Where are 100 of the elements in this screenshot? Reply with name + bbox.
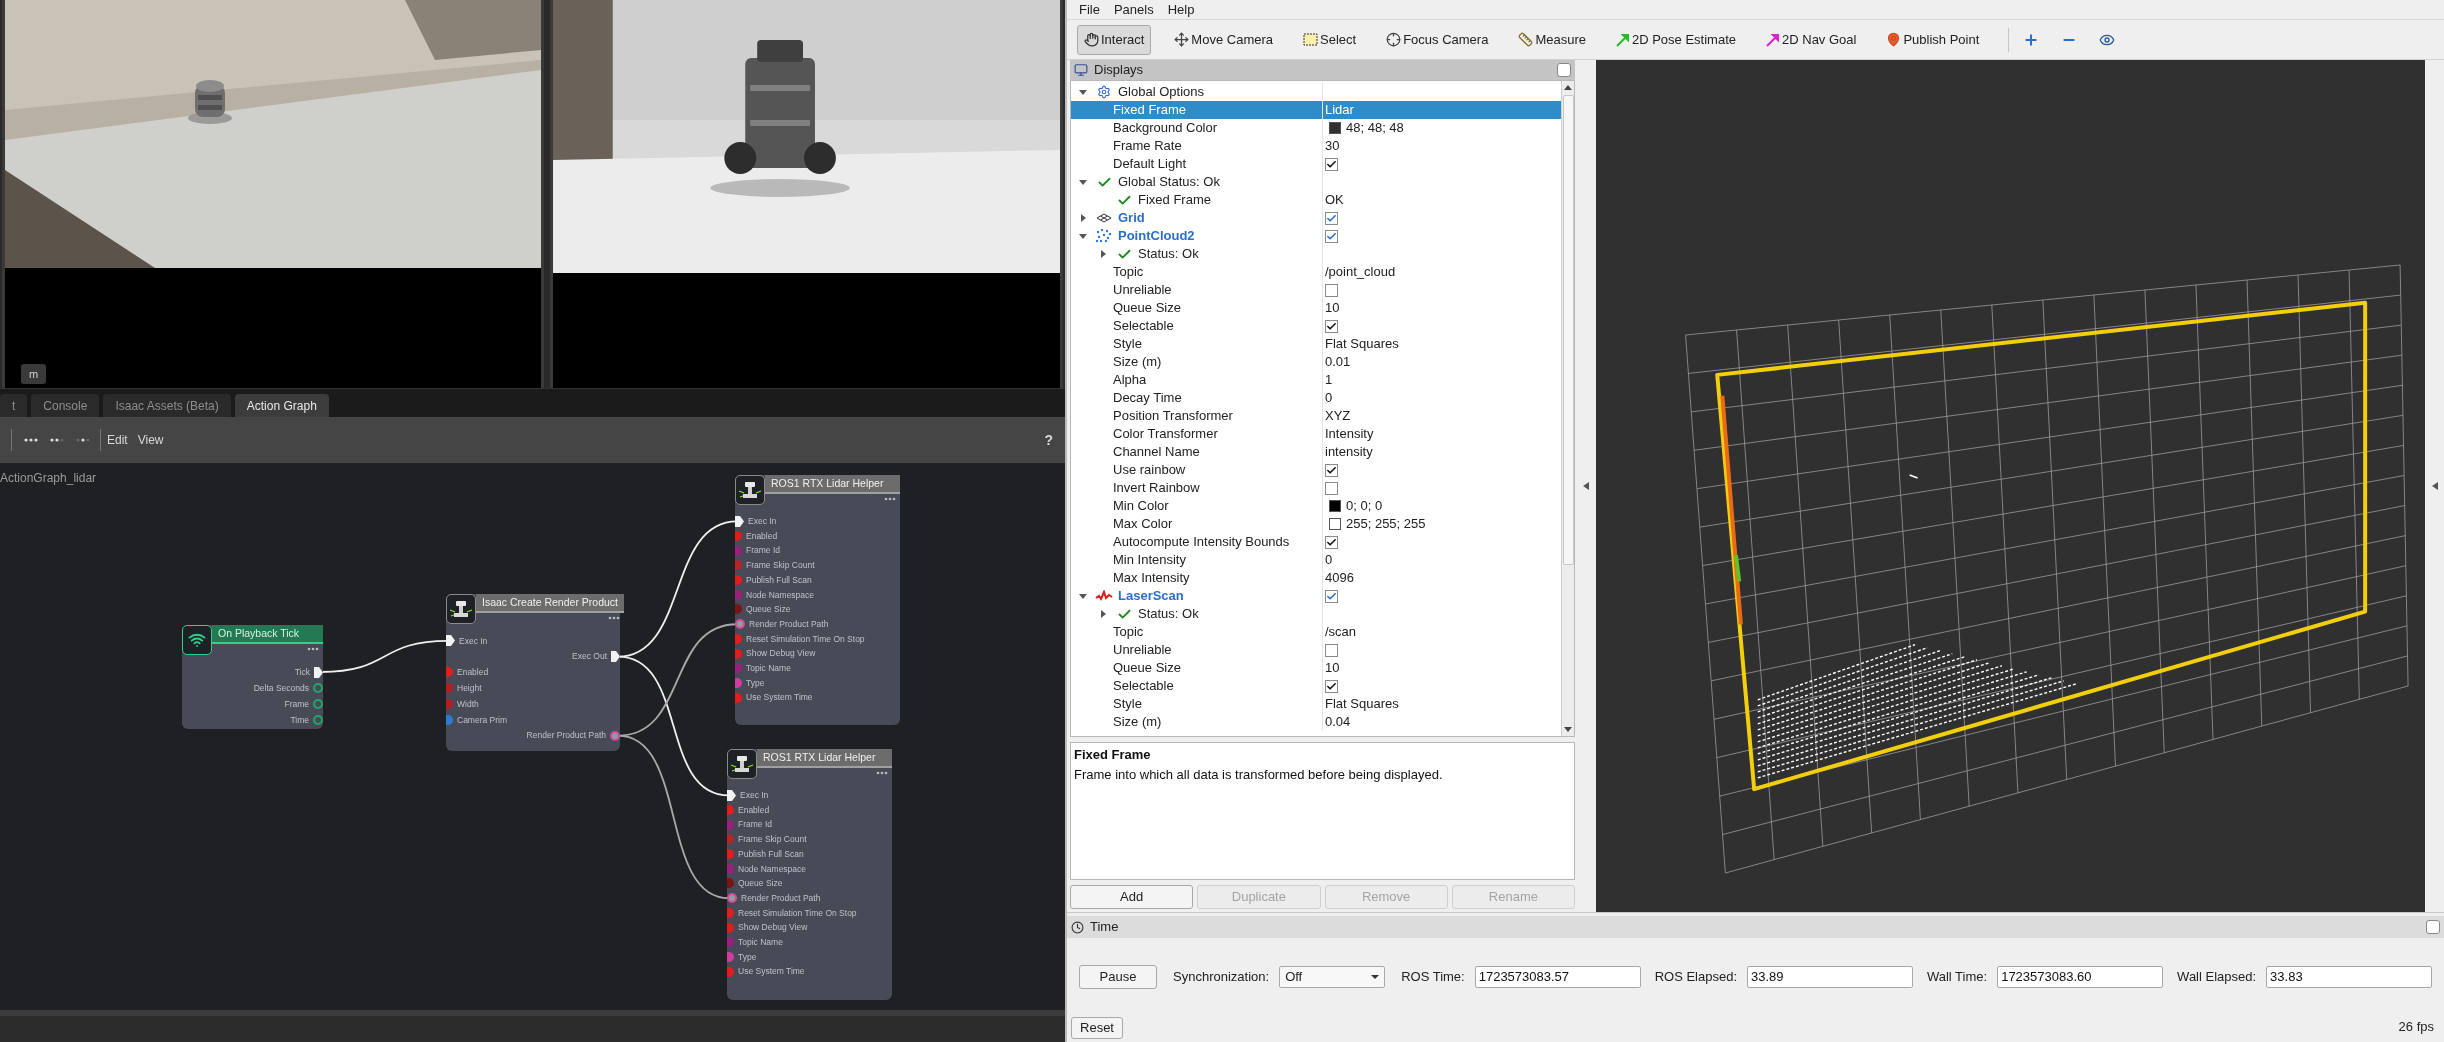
ellipsis-icon[interactable] xyxy=(24,437,38,443)
input-port-icon[interactable] xyxy=(735,692,742,703)
property-value[interactable]: 4096 xyxy=(1325,568,1354,588)
more-icon[interactable] xyxy=(876,771,888,775)
expand-arrow-icon[interactable] xyxy=(1079,88,1087,96)
menu-item[interactable]: Help xyxy=(1167,0,1195,20)
property-value[interactable]: 10 xyxy=(1325,298,1340,318)
property-value[interactable]: 0 xyxy=(1325,388,1333,408)
property-value[interactable]: Lidar xyxy=(1325,100,1354,120)
help-button[interactable]: ? xyxy=(1044,429,1053,451)
input-port-icon[interactable] xyxy=(735,545,742,556)
checkbox[interactable] xyxy=(1325,589,1338,603)
input-port-icon[interactable] xyxy=(735,663,742,674)
input-port-icon[interactable] xyxy=(727,819,734,830)
property-value[interactable]: 30 xyxy=(1325,136,1340,156)
property-value[interactable]: 255; 255; 255 xyxy=(1346,514,1426,534)
property-value[interactable]: 0; 0; 0 xyxy=(1346,496,1383,516)
property-value[interactable]: Intensity xyxy=(1325,424,1374,444)
checkbox[interactable] xyxy=(1325,463,1338,477)
input-port-icon[interactable] xyxy=(727,849,734,860)
reset-button[interactable]: Reset xyxy=(1071,1017,1123,1039)
input-port-icon[interactable] xyxy=(727,966,734,977)
port-dot-icon[interactable] xyxy=(610,730,620,741)
tool-button[interactable]: 2D Nav Goal xyxy=(1759,24,1864,55)
checkbox[interactable] xyxy=(1325,211,1338,225)
input-port-icon[interactable] xyxy=(735,575,742,586)
more-icon[interactable] xyxy=(608,616,620,620)
property-value[interactable]: 0.04 xyxy=(1325,712,1351,732)
property-value[interactable]: 48; 48; 48 xyxy=(1346,118,1404,138)
input-port-icon[interactable] xyxy=(735,531,742,542)
property-value[interactable]: 1 xyxy=(1325,370,1333,390)
tool-button[interactable]: Move Camera xyxy=(1167,24,1280,55)
editor-tab[interactable]: t xyxy=(0,394,28,417)
splitter-handle-icon[interactable] xyxy=(2431,482,2438,490)
graph-node[interactable] xyxy=(727,749,892,1000)
exec-port-icon[interactable] xyxy=(314,666,323,678)
port-dot-icon[interactable] xyxy=(735,619,745,630)
time-field[interactable]: 1723573083.57 xyxy=(1474,966,1641,988)
input-port-icon[interactable] xyxy=(727,951,734,962)
splitter-handle-icon[interactable] xyxy=(1582,482,1589,490)
expand-arrow-icon[interactable] xyxy=(1099,250,1107,258)
scroll-down-icon[interactable] xyxy=(1564,725,1572,733)
input-port-icon[interactable] xyxy=(735,560,742,571)
checkbox[interactable] xyxy=(1325,283,1338,297)
input-port-icon[interactable] xyxy=(446,667,453,678)
tool-button[interactable]: Select xyxy=(1296,24,1364,55)
checkbox[interactable] xyxy=(1325,643,1338,657)
checkbox[interactable] xyxy=(1325,229,1338,243)
more-icon[interactable] xyxy=(884,497,896,501)
expand-arrow-icon[interactable] xyxy=(1079,178,1087,186)
input-port-icon[interactable] xyxy=(735,589,742,600)
checkbox[interactable] xyxy=(1325,679,1338,693)
color-swatch[interactable] xyxy=(1329,122,1341,134)
menu-item[interactable]: Panels xyxy=(1113,0,1154,20)
input-port-icon[interactable] xyxy=(727,907,734,918)
menu-item[interactable]: View xyxy=(137,431,164,449)
exec-port-icon[interactable] xyxy=(727,789,736,801)
tool-button[interactable]: Interact xyxy=(1077,24,1152,55)
pause-button[interactable]: Pause xyxy=(1079,965,1157,989)
port-ring-icon[interactable] xyxy=(313,715,323,725)
checkbox[interactable] xyxy=(1325,319,1338,333)
exec-port-icon[interactable] xyxy=(446,635,455,647)
tool-button[interactable]: Measure xyxy=(1511,24,1593,55)
port-ring-icon[interactable] xyxy=(313,699,323,709)
expand-arrow-icon[interactable] xyxy=(1079,592,1087,600)
exec-port-icon[interactable] xyxy=(611,651,620,663)
panel-button[interactable]: Add xyxy=(1070,885,1194,909)
port-ring-icon[interactable] xyxy=(313,683,323,693)
menu-item[interactable]: File xyxy=(1079,0,1100,20)
input-port-icon[interactable] xyxy=(735,604,742,615)
property-value[interactable]: Flat Squares xyxy=(1325,694,1399,714)
input-port-icon[interactable] xyxy=(727,805,734,816)
property-value[interactable]: Flat Squares xyxy=(1325,334,1399,354)
input-port-icon[interactable] xyxy=(446,699,453,710)
exec-port-icon[interactable] xyxy=(735,515,744,527)
checkbox[interactable] xyxy=(1325,157,1338,171)
sync-dropdown[interactable]: Off xyxy=(1279,966,1386,988)
property-value[interactable]: 0.01 xyxy=(1325,352,1351,372)
color-swatch[interactable] xyxy=(1329,518,1341,530)
checkbox[interactable] xyxy=(1325,535,1338,549)
input-port-icon[interactable] xyxy=(727,878,734,889)
ellipsis-icon[interactable] xyxy=(50,437,64,443)
color-swatch[interactable] xyxy=(1329,500,1341,512)
graph-node[interactable]: On Playback Tick Tick Delta Seconds Frame Time xyxy=(182,625,323,729)
expand-arrow-icon[interactable] xyxy=(1079,214,1087,222)
viewport-badge[interactable]: m xyxy=(21,364,47,384)
tool-button[interactable]: Publish Point xyxy=(1879,24,1987,55)
input-port-icon[interactable] xyxy=(735,677,742,688)
expand-arrow-icon[interactable] xyxy=(1079,232,1087,240)
input-port-icon[interactable] xyxy=(446,714,453,725)
property-value[interactable]: 10 xyxy=(1325,658,1340,678)
input-port-icon[interactable] xyxy=(727,937,734,948)
tool-button[interactable]: Focus Camera xyxy=(1379,24,1496,55)
checkbox[interactable] xyxy=(1325,481,1338,495)
scroll-up-icon[interactable] xyxy=(1564,84,1572,92)
property-value[interactable]: intensity xyxy=(1325,442,1373,462)
input-port-icon[interactable] xyxy=(727,863,734,874)
port-dot-icon[interactable] xyxy=(727,893,737,904)
property-value[interactable]: XYZ xyxy=(1325,406,1351,426)
menu-item[interactable]: Edit xyxy=(107,431,128,449)
